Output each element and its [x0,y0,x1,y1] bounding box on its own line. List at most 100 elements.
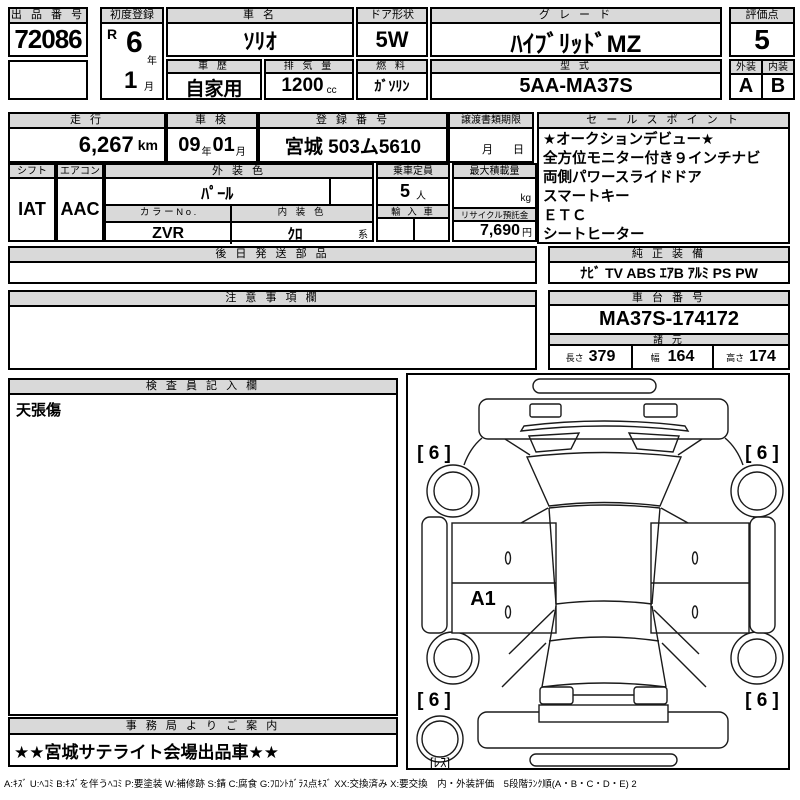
lot-number-box: 出 品 番 号 72086 [8,7,88,57]
color-group-box: 外 装 色 ﾊﾟｰﾙ カ ラ ー N o . 内 装 色 ZVR ｸﾛ 系 [104,163,374,244]
exterior-color-extra-cell [328,179,372,204]
color-no-label: カ ラ ー N o . [139,207,197,218]
mileage-box: 走 行 6,267 km [8,112,166,163]
width-label: 幅 [650,352,660,363]
inspection-month-suffix: 月 [235,147,246,158]
headlight-left [529,403,562,418]
first-registration-month: 1 [124,67,138,94]
capacity-unit: 人 [416,191,426,202]
car-name-box: 車 名 ｿﾘｵ [166,7,354,57]
taillight-left [539,686,574,705]
aircon-value: AAC [60,199,100,219]
recycle-deposit-unit: 円 [522,227,532,239]
import-car-cell-1 [378,219,413,240]
door-shape-label: ドア形状 [358,9,426,24]
transfer-docs-deadline-label: 譲渡書類期限 [450,114,532,129]
first-registration-era: R [107,26,118,42]
sales-points-label: セ ー ル ス ポ イ ン ト [539,114,788,129]
inspection-expiry-label: 車 検 [168,114,256,129]
exterior-grade-value: A [738,75,754,97]
tire-depth-front-left: [ 6 ] [417,443,451,464]
sales-point-line: 両側パワースライドドア [543,170,702,186]
auction-sheet: 出 品 番 号 72086 初度登録 R 6 年 1 月 車 名 ｿﾘｵ 車 歴… [0,0,800,800]
recycle-deposit-label: リサイクル預託金 [454,207,535,222]
grade-label: グ レ ー ド [432,9,720,24]
chassis-specs-box: 車 台 番 号 MA37S-174172 諸 元 長さ 379 幅 164 高さ… [548,290,790,370]
fuel-box: 燃 料 ｶﾞｿﾘﾝ [356,59,428,100]
later-shipping-parts-box: 後 日 発 送 部 品 [8,246,537,284]
damage-mark-a1: A1 [470,588,496,610]
score-box: 評価点 5 [729,7,795,57]
office-notice-box: 事 務 局 よ り ご 案 内 ★★宮城サテライト会場出品車★★ [8,717,398,767]
inspection-month: 01 [212,133,235,156]
fuel-label: 燃 料 [358,61,426,74]
left-side-step [421,516,448,634]
later-shipping-parts-label: 後 日 発 送 部 品 [10,248,535,263]
door-shape-box: ドア形状 5W [356,7,428,57]
mileage-unit: km [137,137,158,153]
inspector-notes-value: 天張傷 [16,402,62,419]
inspector-notes-box: 検 査 員 記 入 欄 天張傷 [8,378,398,716]
sales-point-line: シートヒーター [543,227,645,242]
model-code-box: 型 式 5AA-MA37S [430,59,722,100]
mileage-label: 走 行 [10,114,164,129]
import-car-cell-2 [413,219,448,240]
door-shape-value: 5W [375,26,409,52]
height-value: 174 [749,348,776,365]
office-notice-label: 事 務 局 よ り ご 案 内 [10,719,396,735]
tire-depth-rear-left: [ 6 ] [417,690,451,711]
capacity-import-box: 乗車定員 5 人 輸 入 車 [376,163,450,242]
cautions-content [10,307,535,368]
exterior-interior-box: 外装 A 内装 B [729,59,795,100]
aircon-label: エアコン [58,165,102,179]
exterior-color-value: ﾊﾟｰﾙ [201,185,234,203]
chassis-number-label: 車 台 番 号 [550,292,788,306]
capacity-label: 乗車定員 [378,165,448,179]
spare-tire-label: [ﾚｽ] [430,755,450,768]
fuel-value: ｶﾞｿﾘﾝ [374,78,410,94]
legend-text: A:ｷｽﾞ U:ﾍｺﾐ B:ｷｽﾞを伴うﾍｺﾐ P:要塗装 W:補修跡 S:錆 … [4,779,637,790]
rear-bumper-strip [529,753,678,767]
registration-number-value: 宮城 503ム5610 [284,136,422,158]
interior-grade-value: B [770,75,786,97]
headlight-right [643,403,678,418]
inspector-notes-label: 検 査 員 記 入 欄 [10,380,396,395]
inspection-year: 09 [178,133,201,156]
lot-number-label: 出 品 番 号 [10,9,86,24]
grade-value: ﾊｲﾌﾞﾘｯﾄﾞMZ [510,31,642,58]
registration-number-box: 登 録 番 号 宮城 503ム5610 [258,112,448,163]
max-load-label: 最大積載量 [454,165,535,179]
inspection-expiry-box: 車 検 09 年 01 月 [166,112,258,163]
interior-color-label: 内 装 色 [230,206,372,221]
front-bumper-strip [532,378,657,394]
height-label: 高さ [726,352,745,363]
lot-number-empty-box [8,60,88,100]
recycle-deposit-value: 7,690 [479,222,520,239]
grade-box: グ レ ー ド ﾊｲﾌﾞﾘｯﾄﾞMZ [430,7,722,58]
displacement-value: 1200 [281,75,324,96]
cautions-label: 注 意 事 項 欄 [10,292,535,307]
deadline-month-suffix: 月 [482,144,493,156]
length-value: 379 [588,348,616,365]
first-registration-year-suffix: 年 [147,56,157,67]
taillight-right [633,686,668,705]
inspection-year-suffix: 年 [201,147,212,158]
interior-color-value: ｸﾛ [287,226,303,243]
first-registration-year: 6 [126,26,143,59]
import-car-label: 輸 入 車 [378,204,448,219]
dimensions-label: 諸 元 [550,333,788,346]
shift-value: IAT [18,199,46,219]
registration-number-label: 登 録 番 号 [260,114,446,129]
windshield [525,451,683,507]
model-code-value: 5AA-MA37S [519,74,633,97]
genuine-equipment-label: 純 正 装 備 [550,248,788,263]
sales-point-line: ★オークションデビュー★ [543,132,714,148]
deadline-day-suffix: 日 [513,144,524,156]
mileage-value: 6,267 [78,132,134,157]
displacement-box: 排 気 量 1200 cc [264,59,354,100]
interior-color-suffix: 系 [358,230,368,241]
first-registration-label: 初度登録 [102,9,162,24]
car-name-value: ｿﾘｵ [243,29,277,54]
shift-box: シフト IAT [8,163,56,242]
car-history-label: 車 歴 [168,61,260,74]
